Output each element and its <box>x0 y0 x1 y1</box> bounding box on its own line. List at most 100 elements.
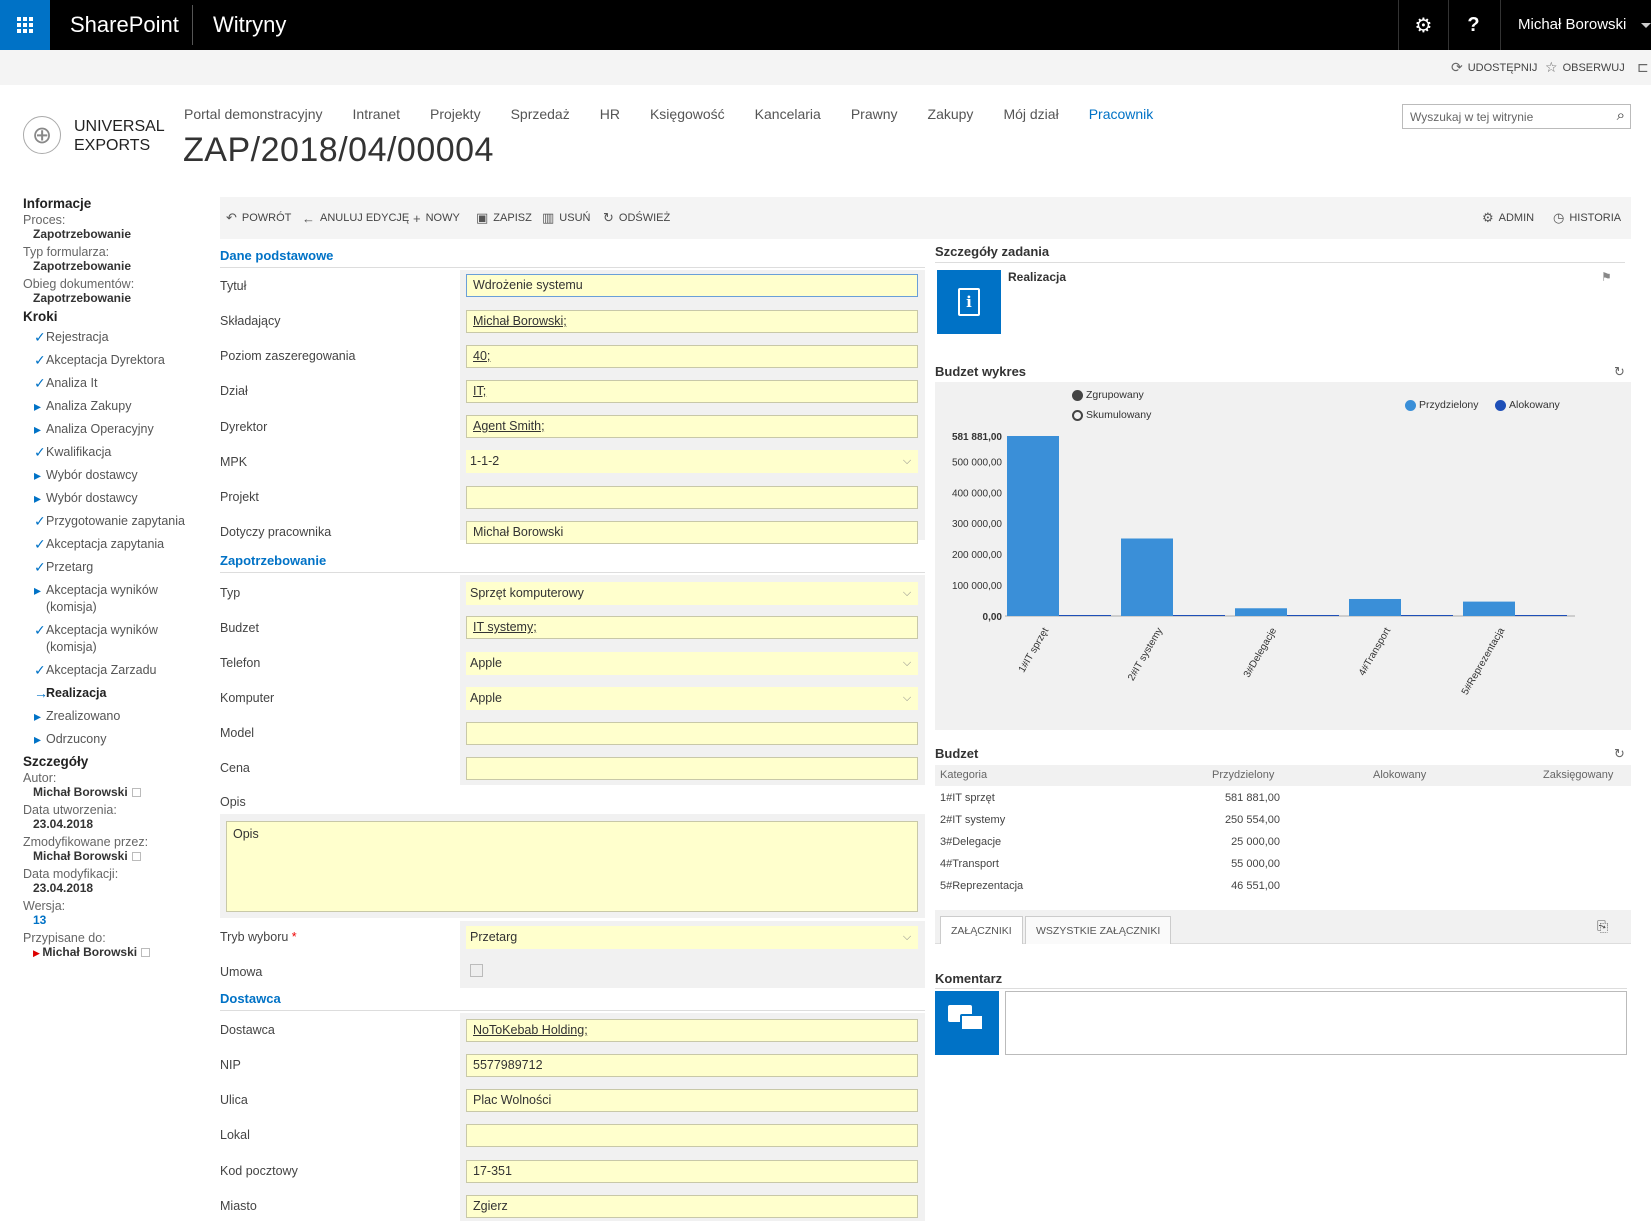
table-row[interactable]: 1#IT sprzęt 581 881,00 <box>935 788 1631 810</box>
table-row[interactable]: 5#Reprezentacja 46 551,00 <box>935 876 1631 898</box>
grouped-option[interactable]: Zgrupowany <box>1072 389 1144 401</box>
budget-link[interactable]: IT systemy; <box>473 620 537 634</box>
version-link[interactable]: 13 <box>33 913 193 927</box>
legend-series-1[interactable]: Przydzielony <box>1405 399 1479 411</box>
budget-field[interactable]: IT systemy; <box>466 616 918 639</box>
refresh-icon[interactable]: ↻ <box>1614 746 1625 762</box>
step-item[interactable]: ✓ Akceptacja Dyrektora <box>23 352 193 369</box>
topnav-item[interactable]: Prawny <box>851 106 898 122</box>
supplier-link[interactable]: NoToKebab Holding; <box>473 1023 588 1037</box>
save-button[interactable]: ▣ ZAPISZ <box>476 197 532 239</box>
nip-input[interactable]: 5577989712 <box>466 1054 918 1077</box>
step-item[interactable]: ✓ Przetarg <box>23 559 193 576</box>
new-button[interactable]: + NOWY <box>413 197 460 239</box>
step-item[interactable]: ▸ Odrzucony <box>23 731 193 748</box>
step-item[interactable]: ✓ Analiza It <box>23 375 193 392</box>
column-header[interactable]: Kategoria <box>940 769 987 781</box>
step-item[interactable]: ▸ Analiza Operacyjny <box>23 421 193 438</box>
suite-sites-link[interactable]: Witryny <box>213 0 286 50</box>
step-item[interactable]: ✓ Rejestracja <box>23 329 193 346</box>
description-textarea[interactable]: Opis <box>226 821 918 912</box>
step-item[interactable]: ▸ Zrealizowano <box>23 708 193 725</box>
zip-input[interactable]: 17-351 <box>466 1160 918 1183</box>
street-input[interactable]: Plac Wolności <box>466 1089 918 1112</box>
step-item[interactable]: ▸ Wybór dostawcy <box>23 490 193 507</box>
city-input[interactable]: Zgierz <box>466 1195 918 1218</box>
bar-booked[interactable] <box>1515 615 1567 616</box>
task-tile[interactable]: i <box>937 270 1001 334</box>
step-item[interactable]: ✓ Akceptacja zapytania <box>23 536 193 553</box>
employee-input[interactable]: Michał Borowski <box>466 521 918 544</box>
cumulative-option[interactable]: Skumulowany <box>1072 409 1151 421</box>
topnav-item[interactable]: Intranet <box>353 106 400 122</box>
column-header[interactable]: Zaksięgowany <box>1543 769 1613 781</box>
search-input[interactable]: Wyszukaj w tej witrynie ⌕ <box>1402 104 1631 129</box>
flag-icon[interactable]: ⚑ <box>1601 270 1612 284</box>
bar-booked[interactable] <box>1287 615 1339 616</box>
topnav-item[interactable]: Mój dział <box>1003 106 1058 122</box>
topnav-item[interactable]: Sprzedaż <box>511 106 570 122</box>
tab-all-attachments[interactable]: WSZYSTKIE ZAŁĄCZNIKI <box>1025 916 1172 944</box>
chevron-down-icon[interactable] <box>1641 23 1651 28</box>
comment-textarea[interactable] <box>1005 991 1627 1055</box>
step-item[interactable]: ▸ Wybór dostawcy <box>23 467 193 484</box>
project-input[interactable] <box>466 486 918 509</box>
step-item[interactable]: ✓ Przygotowanie zapytania <box>23 513 193 530</box>
step-item[interactable]: ✓ Kwalifikacja <box>23 444 193 461</box>
contract-checkbox[interactable] <box>470 964 483 977</box>
mode-select[interactable]: Przetarg ⌵ <box>466 926 918 949</box>
dept-link[interactable]: IT; <box>473 384 486 398</box>
task-name[interactable]: Realizacja <box>1008 270 1066 284</box>
computer-select[interactable]: Apple ⌵ <box>466 687 918 710</box>
supplier-field[interactable]: NoToKebab Holding; <box>466 1019 918 1042</box>
refresh-button[interactable]: ↻ ODŚWIEŻ <box>603 197 670 239</box>
topnav-item[interactable]: Księgowość <box>650 106 725 122</box>
site-logo-text[interactable]: UNIVERSAL EXPORTS <box>74 117 165 155</box>
history-button[interactable]: ◷ HISTORIA <box>1553 197 1621 239</box>
topnav-item[interactable]: Zakupy <box>928 106 974 122</box>
settings-gear-icon[interactable]: ⚙ <box>1398 0 1448 50</box>
director-link[interactable]: Agent Smith; <box>473 419 545 433</box>
back-button[interactable]: ↶ POWRÓT <box>226 197 291 239</box>
submitter-link[interactable]: Michał Borowski; <box>473 314 567 328</box>
director-field[interactable]: Agent Smith; <box>466 415 918 438</box>
bar-allocated[interactable] <box>1463 601 1515 616</box>
admin-button[interactable]: ⚙ ADMIN <box>1482 197 1534 239</box>
legend-series-2[interactable]: Alokowany <box>1495 399 1560 411</box>
column-header[interactable]: Alokowany <box>1373 769 1426 781</box>
user-menu[interactable]: Michał Borowski <box>1500 0 1651 50</box>
share-button[interactable]: ⟳ UDOSTĘPNIJ <box>1451 50 1537 85</box>
globe-logo-icon[interactable]: ⊕ <box>23 116 61 154</box>
focus-icon[interactable]: ⊏ <box>1637 50 1649 85</box>
step-item[interactable]: ✓ Akceptacja Zarzadu <box>23 662 193 679</box>
suite-brand[interactable]: SharePoint <box>70 0 179 50</box>
grade-field[interactable]: 40; <box>466 345 918 368</box>
topnav-item[interactable]: HR <box>600 106 620 122</box>
follow-button[interactable]: ☆ OBSERWUJ <box>1545 50 1625 85</box>
bar-booked[interactable] <box>1059 615 1111 616</box>
author-link[interactable]: Michał Borowski <box>33 785 128 799</box>
price-input[interactable] <box>466 757 918 780</box>
delete-button[interactable]: ▥ USUŃ <box>542 197 590 239</box>
cancel-edit-button[interactable]: ← ANULUJ EDYCJĘ <box>302 197 409 239</box>
table-row[interactable]: 2#IT systemy 250 554,00 <box>935 810 1631 832</box>
unit-input[interactable] <box>466 1124 918 1147</box>
step-item[interactable]: ▸ Akceptacja wyników (komisja) <box>23 582 193 616</box>
bar-allocated[interactable] <box>1349 598 1401 616</box>
help-icon[interactable]: ? <box>1448 0 1498 50</box>
app-launcher-waffle-icon[interactable] <box>0 0 50 50</box>
search-icon[interactable]: ⌕ <box>1617 107 1625 124</box>
grade-link[interactable]: 40; <box>473 349 490 363</box>
bar-allocated[interactable] <box>1235 608 1287 616</box>
dept-field[interactable]: IT; <box>466 380 918 403</box>
step-item[interactable]: ▸ Analiza Zakupy <box>23 398 193 415</box>
submitter-field[interactable]: Michał Borowski; <box>466 310 918 333</box>
step-item[interactable]: ✓ Akceptacja wyników (komisja) <box>23 622 193 656</box>
modified-by-link[interactable]: Michał Borowski <box>33 849 128 863</box>
topnav-item[interactable]: Projekty <box>430 106 481 122</box>
refresh-icon[interactable]: ↻ <box>1614 364 1625 380</box>
type-select[interactable]: Sprzęt komputerowy ⌵ <box>466 582 918 605</box>
table-row[interactable]: 3#Delegacje 25 000,00 <box>935 832 1631 854</box>
column-header[interactable]: Przydzielony <box>1212 769 1274 781</box>
assigned-link[interactable]: Michał Borowski <box>42 945 137 959</box>
